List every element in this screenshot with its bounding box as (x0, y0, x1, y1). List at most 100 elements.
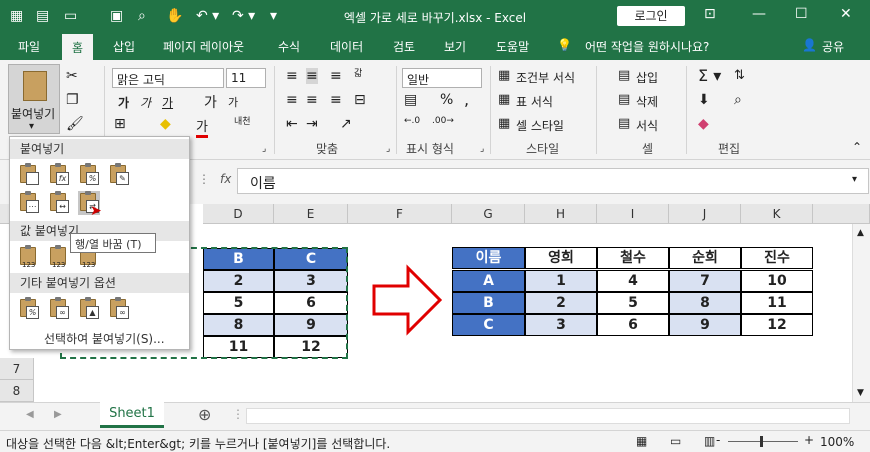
find-icon[interactable]: ⌕ (734, 92, 742, 108)
next-sheet-icon[interactable]: ▶ (54, 409, 62, 420)
paste-icon[interactable] (18, 163, 40, 187)
paste-linked-picture-icon[interactable]: ∞ (108, 297, 130, 321)
align-top-icon[interactable]: ≡ (286, 68, 298, 84)
tab-review[interactable]: 검토 (393, 38, 415, 55)
column-header-k[interactable]: K (741, 204, 813, 224)
dialog-launcher-icon[interactable]: ⌟ (262, 144, 266, 154)
increase-decimal-icon[interactable]: ←.0 (404, 116, 420, 126)
scroll-up-icon[interactable]: ▲ (857, 228, 864, 238)
sheet-tab-sheet1[interactable]: Sheet1 (100, 402, 164, 428)
column-header-g[interactable]: G (452, 204, 525, 224)
delete-button[interactable]: 삭제 (636, 93, 658, 110)
number-format-select[interactable]: 일반 (402, 68, 482, 88)
tab-help[interactable]: 도움말 (496, 38, 529, 55)
paste-picture-icon[interactable]: ▲ (78, 297, 100, 321)
add-sheet-icon[interactable]: ⊕ (198, 405, 211, 424)
formula-input[interactable]: 이름 (237, 168, 869, 194)
transposed-row-label[interactable]: A (452, 270, 525, 292)
transposed-header-cell[interactable]: 진수 (741, 247, 813, 269)
column-header-i[interactable]: I (597, 204, 669, 224)
format-button[interactable]: 서식 (636, 117, 658, 134)
tab-home[interactable]: 홈 (62, 34, 94, 60)
transposed-cell[interactable]: 7 (669, 270, 741, 292)
format-as-table-button[interactable]: 표 서식 (516, 93, 553, 110)
tab-split-icon[interactable]: ⋮ (232, 407, 244, 421)
horizontal-scrollbar[interactable] (246, 408, 850, 424)
transposed-cell[interactable]: 5 (597, 292, 669, 314)
tell-me-search[interactable]: 어떤 작업을 원하시나요? (585, 38, 709, 55)
dialog-launcher-icon[interactable]: ⌟ (480, 144, 484, 154)
paste-special-item[interactable]: 선택하여 붙여넣기(S)... (44, 330, 165, 347)
wrap-text-button[interactable]: 갋 (354, 66, 362, 79)
transposed-cell[interactable]: 10 (741, 270, 813, 292)
indent-increase-icon[interactable]: ⇥ (306, 116, 318, 132)
paste-values-number-format-icon[interactable]: 123 (48, 245, 70, 269)
paste-link-icon[interactable]: ∞ (48, 297, 70, 321)
column-header-d[interactable]: D (203, 204, 274, 224)
minimize-icon[interactable]: — (752, 6, 766, 22)
vertical-scrollbar[interactable]: ▲ ▼ (852, 224, 870, 402)
font-name-select[interactable]: 맑은 고딕 (112, 68, 224, 88)
paste-formatting-icon[interactable]: % (18, 297, 40, 321)
transposed-cell[interactable]: 1 (525, 270, 597, 292)
column-header-j[interactable]: J (669, 204, 741, 224)
conditional-format-button[interactable]: 조건부 서식 (516, 69, 575, 86)
fx-icon[interactable]: fx (220, 172, 231, 186)
tab-view[interactable]: 보기 (444, 38, 466, 55)
zoom-thumb[interactable] (760, 436, 763, 447)
prev-sheet-icon[interactable]: ◀ (26, 409, 34, 420)
paste-formulas-icon[interactable]: fx (48, 163, 70, 187)
zoom-level[interactable]: 100% (820, 435, 854, 449)
fill-icon[interactable]: ⬇ (698, 92, 710, 108)
align-middle-icon[interactable]: ≡ (306, 68, 318, 84)
align-center-icon[interactable]: ≡ (306, 92, 318, 108)
share-button[interactable]: 공유 (822, 38, 844, 55)
font-color-button[interactable]: 가 (196, 116, 208, 138)
transposed-cell[interactable]: 4 (597, 270, 669, 292)
tab-insert[interactable]: 삽입 (113, 38, 135, 55)
transposed-header-cell[interactable]: 이름 (452, 247, 525, 269)
keep-source-formatting-icon[interactable]: ✎ (108, 163, 130, 187)
insert-button[interactable]: 삽입 (636, 69, 658, 86)
transposed-header-cell[interactable]: 순희 (669, 247, 741, 269)
align-left-icon[interactable]: ≡ (286, 92, 298, 108)
collapse-ribbon-icon[interactable]: ⌃ (852, 140, 862, 154)
column-header-f[interactable]: F (348, 204, 452, 224)
page-layout-view-icon[interactable]: ▭ (670, 434, 681, 448)
ribbon-display-icon[interactable]: ⊡ (704, 6, 716, 22)
paste-formulas-number-format-icon[interactable]: % (78, 163, 100, 187)
transposed-cell[interactable]: 9 (669, 314, 741, 336)
scroll-down-icon[interactable]: ▼ (857, 388, 864, 398)
no-borders-icon[interactable]: ⋯ (18, 191, 40, 215)
grow-font-button[interactable]: 가 (204, 92, 217, 112)
currency-icon[interactable]: ▤ (404, 92, 417, 108)
expand-formula-icon[interactable]: ▾ (852, 174, 857, 185)
paste-values-icon[interactable]: 123 (18, 245, 40, 269)
underline-button[interactable]: 가 (162, 94, 173, 111)
border-icon[interactable]: ⊞ (114, 116, 126, 132)
transposed-cell[interactable]: 8 (669, 292, 741, 314)
cell-style-button[interactable]: 셀 스타일 (516, 117, 564, 134)
transposed-cell[interactable]: 12 (741, 314, 813, 336)
close-icon[interactable]: ✕ (840, 6, 852, 22)
page-break-view-icon[interactable]: ▥ (704, 434, 715, 448)
tab-file[interactable]: 파일 (18, 38, 40, 55)
transposed-cell[interactable]: 3 (525, 314, 597, 336)
transposed-header-cell[interactable]: 영희 (525, 247, 597, 269)
login-button[interactable]: 로그인 (617, 6, 685, 26)
transposed-cell[interactable]: 6 (597, 314, 669, 336)
decrease-decimal-icon[interactable]: .00→ (432, 116, 454, 126)
transposed-cell[interactable]: 11 (741, 292, 813, 314)
paste-button[interactable]: 붙여넣기 ▾ (8, 64, 60, 134)
cut-icon[interactable]: ✂ (66, 68, 78, 84)
indent-decrease-icon[interactable]: ⇤ (286, 116, 298, 132)
normal-view-icon[interactable]: ▦ (636, 434, 647, 448)
tab-data[interactable]: 데이터 (330, 38, 363, 55)
zoom-out-button[interactable]: - (716, 433, 720, 447)
column-header-l[interactable] (813, 204, 870, 224)
merge-icon[interactable]: ⊟ (354, 92, 366, 108)
shrink-font-button[interactable]: 가 (228, 94, 238, 110)
clear-icon[interactable]: ◆ (698, 116, 709, 132)
italic-button[interactable]: 가 (140, 94, 151, 111)
autosum-icon[interactable]: Σ ▾ (698, 66, 721, 85)
